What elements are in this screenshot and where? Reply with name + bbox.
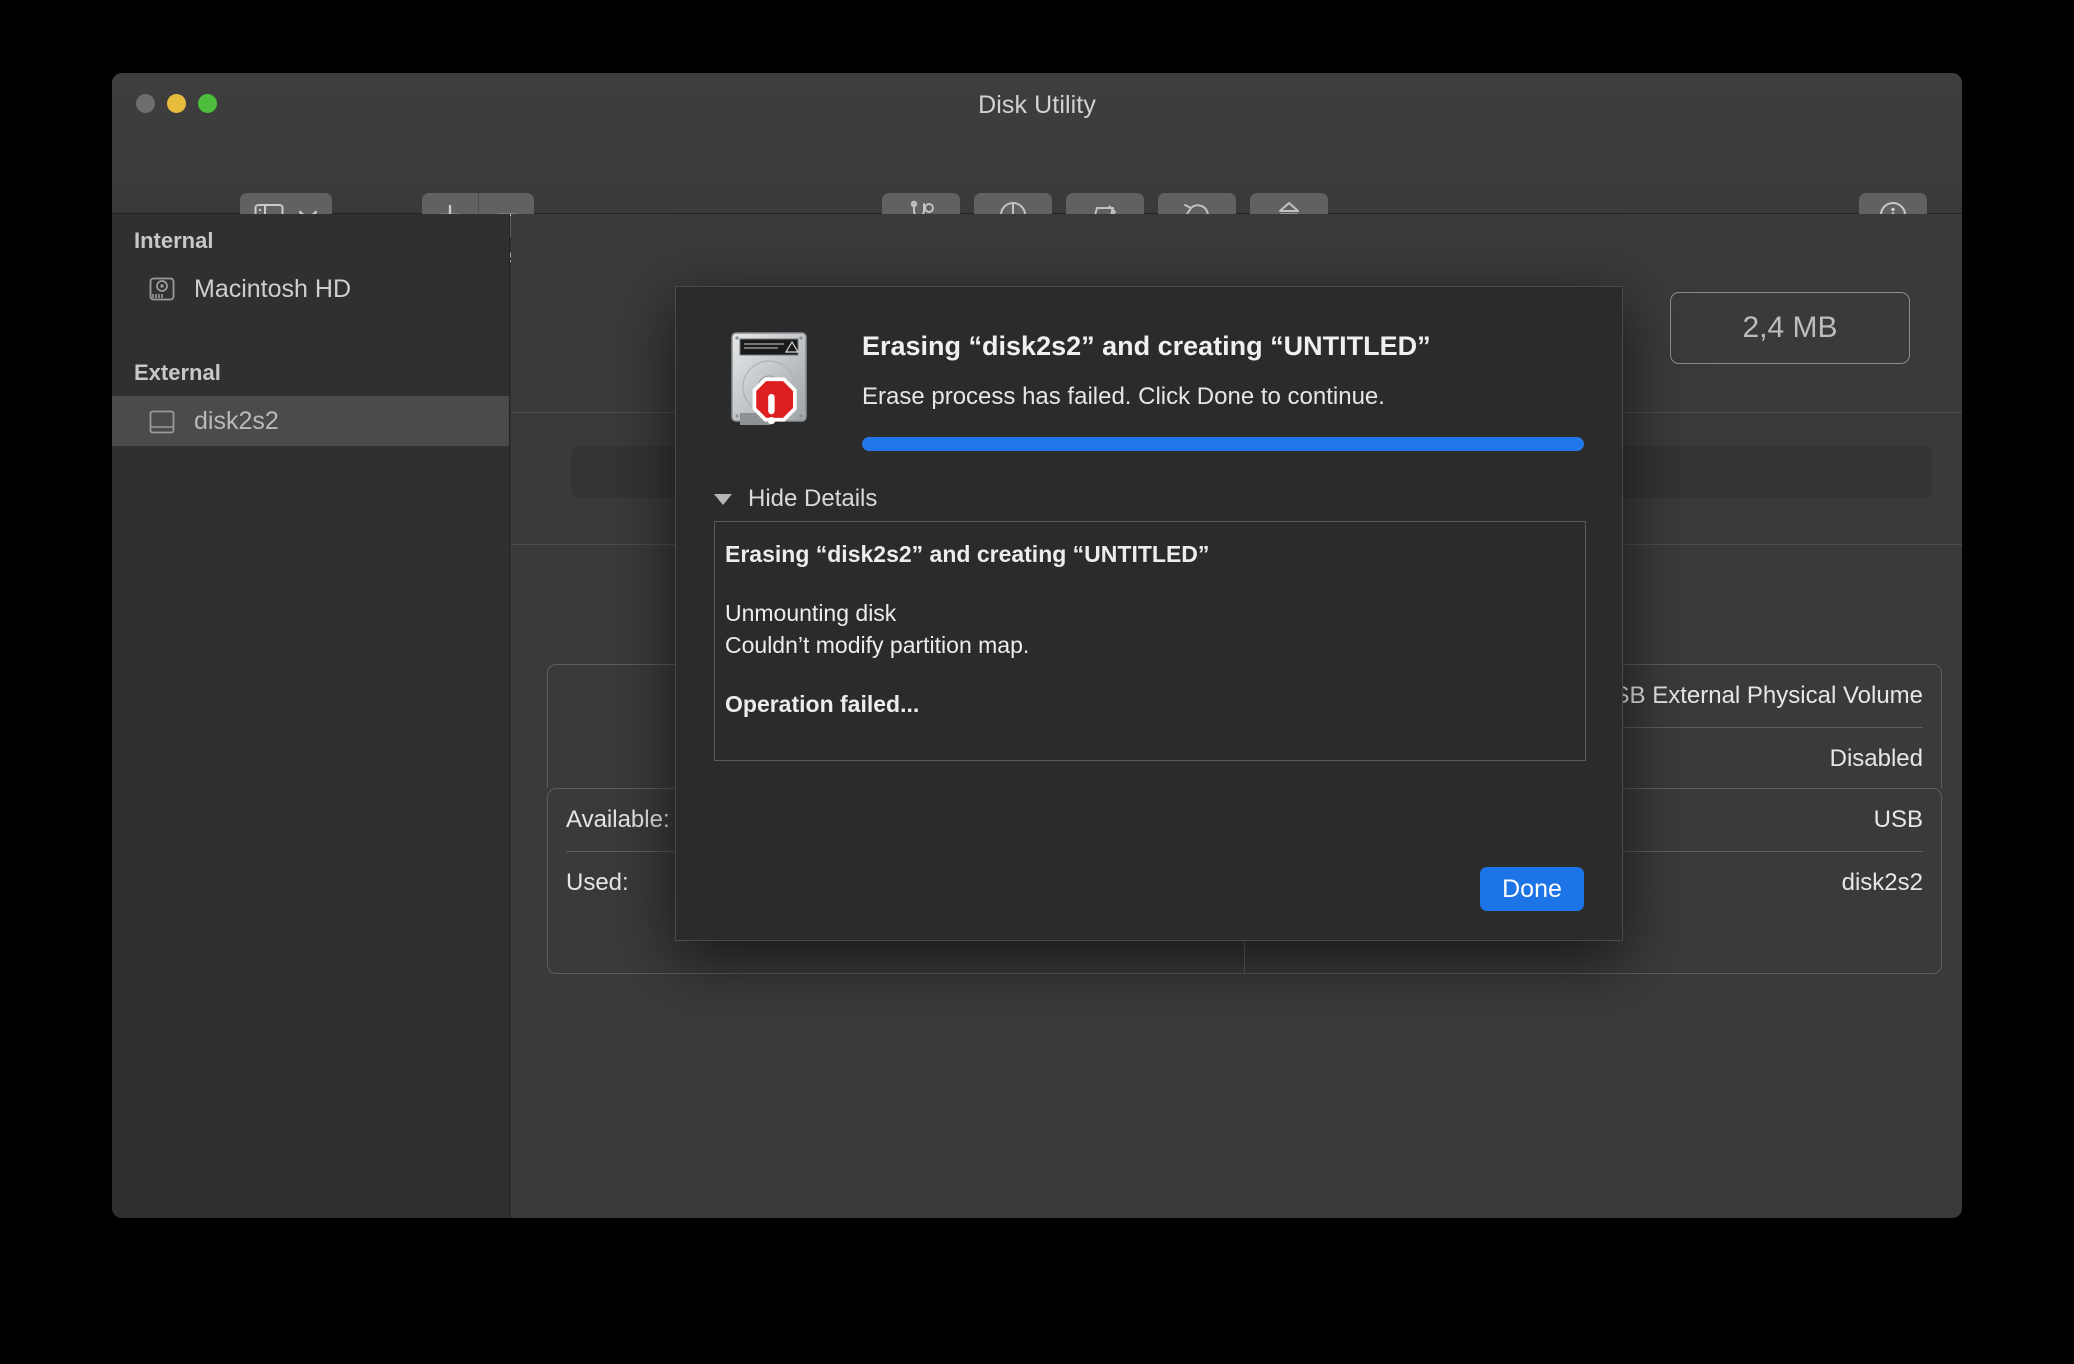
disk-utility-window: Disk Utility Internal Macintosh HD Exter…	[112, 73, 1962, 1218]
log-gap	[725, 662, 1575, 688]
triangle-down-icon	[714, 493, 732, 505]
details-log[interactable]: Erasing “disk2s2” and creating “UNTITLED…	[714, 521, 1586, 761]
progress-bar	[862, 437, 1584, 451]
info-value: USB	[1873, 806, 1923, 833]
info-key: Available:	[566, 806, 670, 833]
hard-drive-warning-icon	[722, 325, 830, 433]
done-button[interactable]: Done	[1480, 867, 1584, 911]
window-title: Disk Utility	[978, 91, 1096, 119]
internal-drive-icon	[146, 273, 178, 305]
sidebar-item-disk2s2[interactable]: disk2s2	[112, 396, 509, 446]
dialog-subtitle: Erase process has failed. Click Done to …	[862, 383, 1385, 410]
log-line-2: Couldn’t modify partition map.	[725, 632, 1030, 659]
dialog-title: Erasing “disk2s2” and creating “UNTITLED…	[862, 331, 1431, 361]
sidebar-group-header-internal: Internal	[134, 228, 214, 253]
external-drive-icon	[146, 405, 178, 437]
info-key: Used:	[566, 868, 629, 896]
sidebar-item-label: disk2s2	[194, 406, 279, 435]
log-line-1: Unmounting disk	[725, 599, 897, 626]
sidebar-item-macintosh-hd[interactable]: Macintosh HD	[112, 264, 509, 314]
log-footer: Operation failed...	[725, 690, 920, 717]
info-value: Disabled	[1829, 744, 1923, 772]
sidebar-group-header-external: External	[134, 360, 221, 385]
capacity-badge: 2,4 MB	[1670, 292, 1910, 364]
info-value: USB External Physical Volume	[1596, 682, 1923, 709]
erase-progress-dialog: Erasing “disk2s2” and creating “UNTITLED…	[675, 286, 1623, 941]
sidebar-item-label: Macintosh HD	[194, 274, 351, 303]
hide-details-label: Hide Details	[748, 485, 878, 512]
titlebar: Disk Utility	[112, 73, 1962, 268]
sidebar: Internal Macintosh HD External disk2s2	[112, 214, 510, 1218]
hide-details-toggle[interactable]: Hide Details	[714, 485, 877, 513]
info-value: disk2s2	[1841, 868, 1923, 896]
log-gap	[725, 571, 1575, 597]
log-heading: Erasing “disk2s2” and creating “UNTITLED…	[725, 541, 1210, 567]
progress-bar-fill	[862, 437, 1584, 451]
